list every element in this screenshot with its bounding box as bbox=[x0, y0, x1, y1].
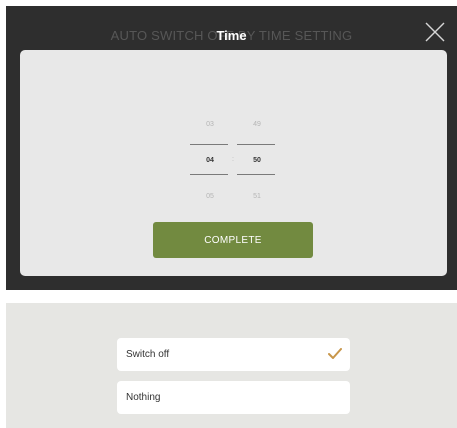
hour-upper-rule bbox=[190, 144, 228, 145]
option-nothing[interactable]: Nothing bbox=[117, 381, 350, 414]
switch-action-options: Switch off Nothing bbox=[6, 303, 457, 428]
time-picker-overlay: AUTO SWITCH OFF BY TIME SETTING Time 03 … bbox=[6, 6, 457, 290]
modal-title: Time bbox=[216, 28, 247, 43]
time-separator: : bbox=[232, 156, 234, 163]
minute-prev[interactable]: 49 bbox=[237, 121, 277, 128]
minute-selected[interactable]: 50 bbox=[237, 157, 277, 164]
hour-next[interactable]: 05 bbox=[190, 193, 230, 200]
minute-next[interactable]: 51 bbox=[237, 193, 277, 200]
complete-button[interactable]: COMPLETE bbox=[153, 222, 313, 258]
close-icon bbox=[425, 22, 445, 42]
minute-upper-rule bbox=[237, 144, 275, 145]
time-picker-sheet: 03 04 05 : 49 50 51 COMPLETE bbox=[20, 50, 447, 276]
option-switch-off[interactable]: Switch off bbox=[117, 338, 350, 371]
close-button[interactable] bbox=[424, 21, 446, 43]
hour-selected[interactable]: 04 bbox=[190, 157, 230, 164]
option-label: Nothing bbox=[126, 392, 161, 403]
hour-prev[interactable]: 03 bbox=[190, 121, 230, 128]
checkmark-icon bbox=[328, 348, 342, 359]
hour-lower-rule bbox=[190, 174, 228, 175]
option-label: Switch off bbox=[126, 349, 170, 360]
minute-lower-rule bbox=[237, 174, 275, 175]
